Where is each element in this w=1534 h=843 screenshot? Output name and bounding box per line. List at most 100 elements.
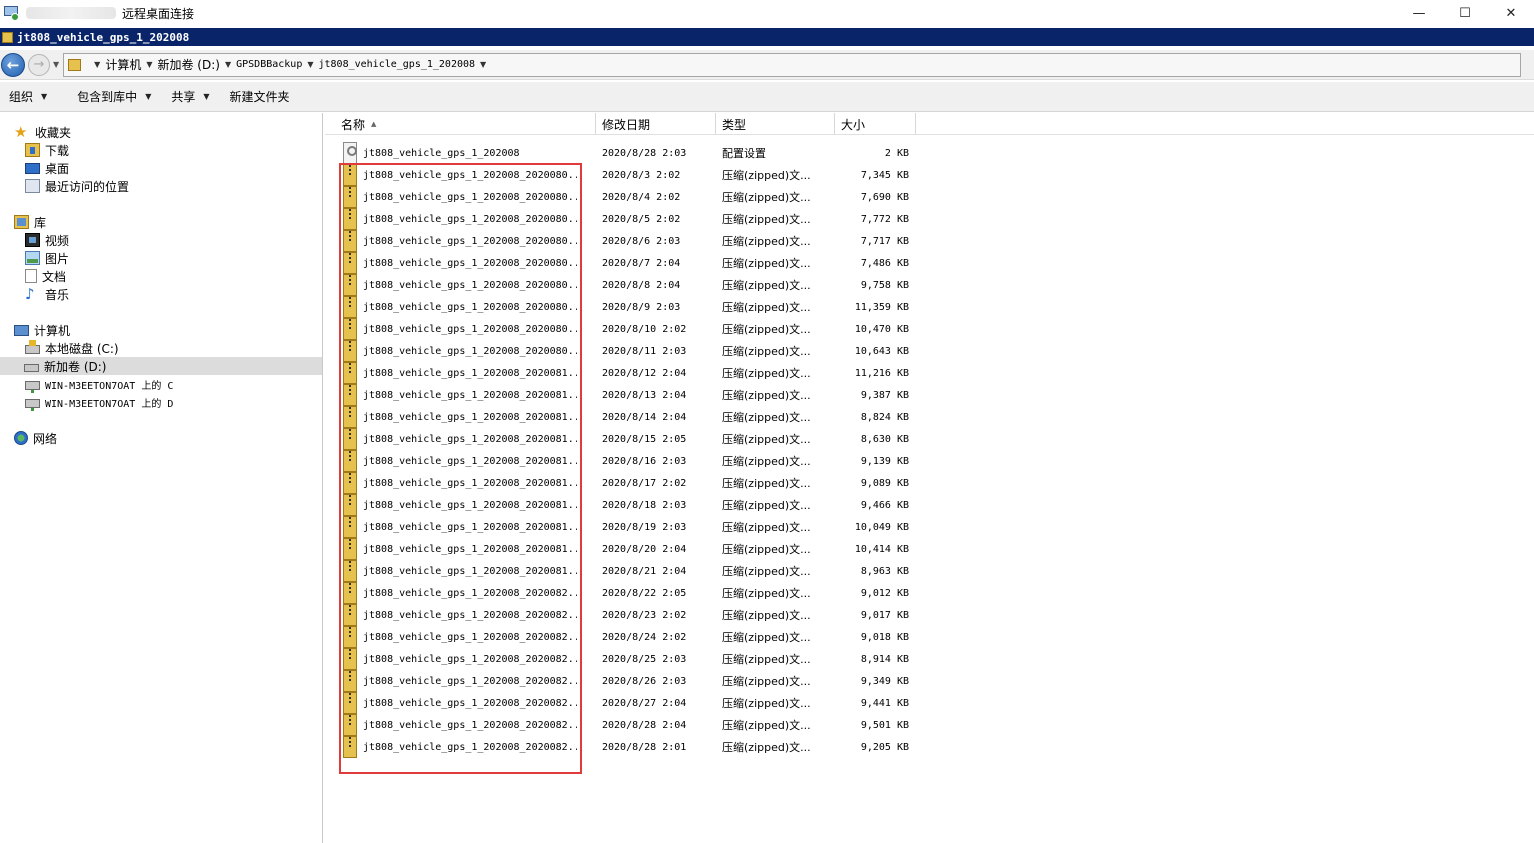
- breadcrumb-gpsdbbackup[interactable]: GPSDBBackup: [236, 59, 302, 70]
- file-row[interactable]: jt808_vehicle_gps_1_202008_2020082... 202…: [325, 626, 925, 648]
- nav-network-drive-c[interactable]: WIN-M3EETON7OAT 上的 C: [25, 375, 173, 393]
- file-size: 7,772 KB: [860, 213, 909, 225]
- file-row[interactable]: jt808_vehicle_gps_1_202008_2020081... 202…: [325, 384, 925, 406]
- nav-documents[interactable]: 文档: [25, 267, 66, 285]
- file-size: 7,717 KB: [860, 235, 909, 247]
- file-size: 10,643 KB: [854, 345, 909, 357]
- file-row[interactable]: jt808_vehicle_gps_1_202008_2020081... 202…: [325, 450, 925, 472]
- nav-label: 视频: [45, 233, 70, 248]
- computer-icon: [14, 324, 29, 336]
- breadcrumb-computer[interactable]: 计算机: [105, 56, 141, 73]
- file-name: jt808_vehicle_gps_1_202008_2020081...: [363, 521, 577, 533]
- file-row[interactable]: jt808_vehicle_gps_1_202008_2020080... 202…: [325, 186, 925, 208]
- nav-local-disk-c[interactable]: 本地磁盘 (C:): [25, 339, 119, 357]
- file-row[interactable]: jt808_vehicle_gps_1_202008_2020082... 202…: [325, 648, 925, 670]
- nav-computer[interactable]: 计算机: [14, 321, 70, 339]
- new-folder-button[interactable]: 新建文件夹: [221, 82, 299, 112]
- file-date: 2020/8/23 2:02: [602, 609, 687, 621]
- address-bar[interactable]: ▼ 计算机 ▼ 新加卷 (D:) ▼ GPSDBBackup ▼ jt808_v…: [63, 52, 1522, 77]
- chevron-down-icon[interactable]: ▼: [480, 60, 486, 69]
- column-header-type[interactable]: 类型: [716, 113, 835, 135]
- explorer-title-bar[interactable]: jt808_vehicle_gps_1_202008: [0, 28, 1534, 46]
- file-name: jt808_vehicle_gps_1_202008_2020081...: [363, 565, 577, 577]
- breadcrumb-current-folder[interactable]: jt808_vehicle_gps_1_202008: [319, 59, 476, 70]
- file-date: 2020/8/3 2:02: [602, 169, 681, 181]
- file-row[interactable]: jt808_vehicle_gps_1_202008_2020081... 202…: [325, 362, 925, 384]
- file-row[interactable]: jt808_vehicle_gps_1_202008_2020081... 202…: [325, 516, 925, 538]
- close-button[interactable]: ✕: [1488, 0, 1534, 26]
- file-row[interactable]: jt808_vehicle_gps_1_202008_2020080... 202…: [325, 230, 925, 252]
- file-row[interactable]: jt808_vehicle_gps_1_202008_2020080... 202…: [325, 318, 925, 340]
- chevron-down-icon[interactable]: ▼: [94, 60, 100, 69]
- column-header-date[interactable]: 修改日期: [596, 113, 716, 135]
- nav-label: 库: [34, 215, 47, 230]
- file-row[interactable]: jt808_vehicle_gps_1_202008_2020080... 202…: [325, 340, 925, 362]
- file-name: jt808_vehicle_gps_1_202008_2020081...: [363, 543, 577, 555]
- file-name: jt808_vehicle_gps_1_202008_2020082...: [363, 653, 577, 665]
- file-row[interactable]: jt808_vehicle_gps_1_202008_2020082... 202…: [325, 714, 925, 736]
- chevron-down-icon[interactable]: ▼: [225, 60, 231, 69]
- maximize-button[interactable]: ☐: [1442, 0, 1488, 26]
- video-icon: [25, 233, 40, 247]
- nav-music[interactable]: ♪ 音乐: [25, 285, 69, 303]
- nav-recent-places[interactable]: 最近访问的位置: [25, 177, 129, 195]
- file-date: 2020/8/28 2:03: [602, 147, 687, 159]
- nav-libraries[interactable]: 库: [14, 213, 46, 231]
- command-bar: 组织 ▼ 包含到库中 ▼ 共享 ▼ 新建文件夹: [0, 82, 1534, 112]
- nav-pictures[interactable]: 图片: [25, 249, 69, 267]
- file-name: jt808_vehicle_gps_1_202008_2020081...: [363, 477, 577, 489]
- nav-volume-d[interactable]: 新加卷 (D:): [0, 357, 322, 375]
- file-size: 7,345 KB: [860, 169, 909, 181]
- file-type: 压缩(zipped)文...: [722, 675, 811, 688]
- column-header-name[interactable]: 名称 ▲: [335, 113, 596, 135]
- file-row[interactable]: jt808_vehicle_gps_1_202008_2020080... 202…: [325, 164, 925, 186]
- file-row[interactable]: jt808_vehicle_gps_1_202008_2020082... 202…: [325, 582, 925, 604]
- nav-desktop[interactable]: 桌面: [25, 159, 69, 177]
- file-row[interactable]: jt808_vehicle_gps_1_202008_2020081... 202…: [325, 538, 925, 560]
- file-name: jt808_vehicle_gps_1_202008_2020080...: [363, 213, 577, 225]
- file-row[interactable]: jt808_vehicle_gps_1_202008_2020080... 202…: [325, 208, 925, 230]
- recent-pages-dropdown[interactable]: ▼: [53, 60, 59, 69]
- file-row[interactable]: jt808_vehicle_gps_1_202008_2020081... 202…: [325, 428, 925, 450]
- organize-menu[interactable]: 组织 ▼: [0, 82, 56, 112]
- file-name: jt808_vehicle_gps_1_202008_2020080...: [363, 235, 577, 247]
- chevron-down-icon[interactable]: ▼: [146, 60, 152, 69]
- nav-network-drive-d[interactable]: WIN-M3EETON7OAT 上的 D: [25, 393, 173, 411]
- file-row[interactable]: jt808_vehicle_gps_1_202008_2020081... 202…: [325, 560, 925, 582]
- minimize-button[interactable]: —: [1396, 0, 1442, 26]
- breadcrumb-drive-d[interactable]: 新加卷 (D:): [157, 56, 219, 73]
- file-size: 9,349 KB: [860, 675, 909, 687]
- column-label: 名称: [341, 117, 366, 132]
- column-label: 大小: [841, 117, 866, 132]
- file-row[interactable]: jt808_vehicle_gps_1_202008_2020082... 202…: [325, 604, 925, 626]
- network-drive-icon: [25, 381, 40, 393]
- file-row[interactable]: jt808_vehicle_gps_1_202008_2020082... 202…: [325, 736, 925, 758]
- file-row[interactable]: jt808_vehicle_gps_1_202008_2020082... 202…: [325, 670, 925, 692]
- file-row[interactable]: jt808_vehicle_gps_1_202008_2020081... 202…: [325, 494, 925, 516]
- nav-videos[interactable]: 视频: [25, 231, 69, 249]
- navigation-bar: ← → ▼ ▼ 计算机 ▼ 新加卷 (D:) ▼ GPSDBBackup ▼ j…: [0, 50, 1534, 80]
- file-row[interactable]: jt808_vehicle_gps_1_202008_2020082... 202…: [325, 692, 925, 714]
- file-row[interactable]: jt808_vehicle_gps_1_202008_2020081... 202…: [325, 472, 925, 494]
- file-name: jt808_vehicle_gps_1_202008_2020081...: [363, 411, 577, 423]
- nav-favorites[interactable]: ★ 收藏夹: [14, 123, 71, 141]
- share-menu[interactable]: 共享 ▼: [162, 82, 218, 112]
- file-name: jt808_vehicle_gps_1_202008_2020081...: [363, 455, 577, 467]
- file-row[interactable]: jt808_vehicle_gps_1_202008 2020/8/28 2:03…: [325, 142, 925, 164]
- file-size: 9,012 KB: [860, 587, 909, 599]
- back-button[interactable]: ←: [1, 52, 25, 77]
- file-row[interactable]: jt808_vehicle_gps_1_202008_2020080... 202…: [325, 296, 925, 318]
- file-date: 2020/8/12 2:04: [602, 367, 687, 379]
- forward-button[interactable]: →: [28, 53, 50, 76]
- nav-label: WIN-M3EETON7OAT 上的 D: [45, 398, 174, 410]
- column-header-size[interactable]: 大小: [835, 113, 916, 135]
- file-row[interactable]: jt808_vehicle_gps_1_202008_2020080... 202…: [325, 252, 925, 274]
- chevron-down-icon[interactable]: ▼: [307, 60, 313, 69]
- file-row[interactable]: jt808_vehicle_gps_1_202008_2020080... 202…: [325, 274, 925, 296]
- zip-folder-icon: [343, 186, 357, 208]
- nav-downloads[interactable]: 下载: [25, 141, 69, 159]
- nav-network[interactable]: 网络: [14, 429, 57, 447]
- file-date: 2020/8/7 2:04: [602, 257, 681, 269]
- include-in-library-menu[interactable]: 包含到库中 ▼: [68, 82, 160, 112]
- file-row[interactable]: jt808_vehicle_gps_1_202008_2020081... 202…: [325, 406, 925, 428]
